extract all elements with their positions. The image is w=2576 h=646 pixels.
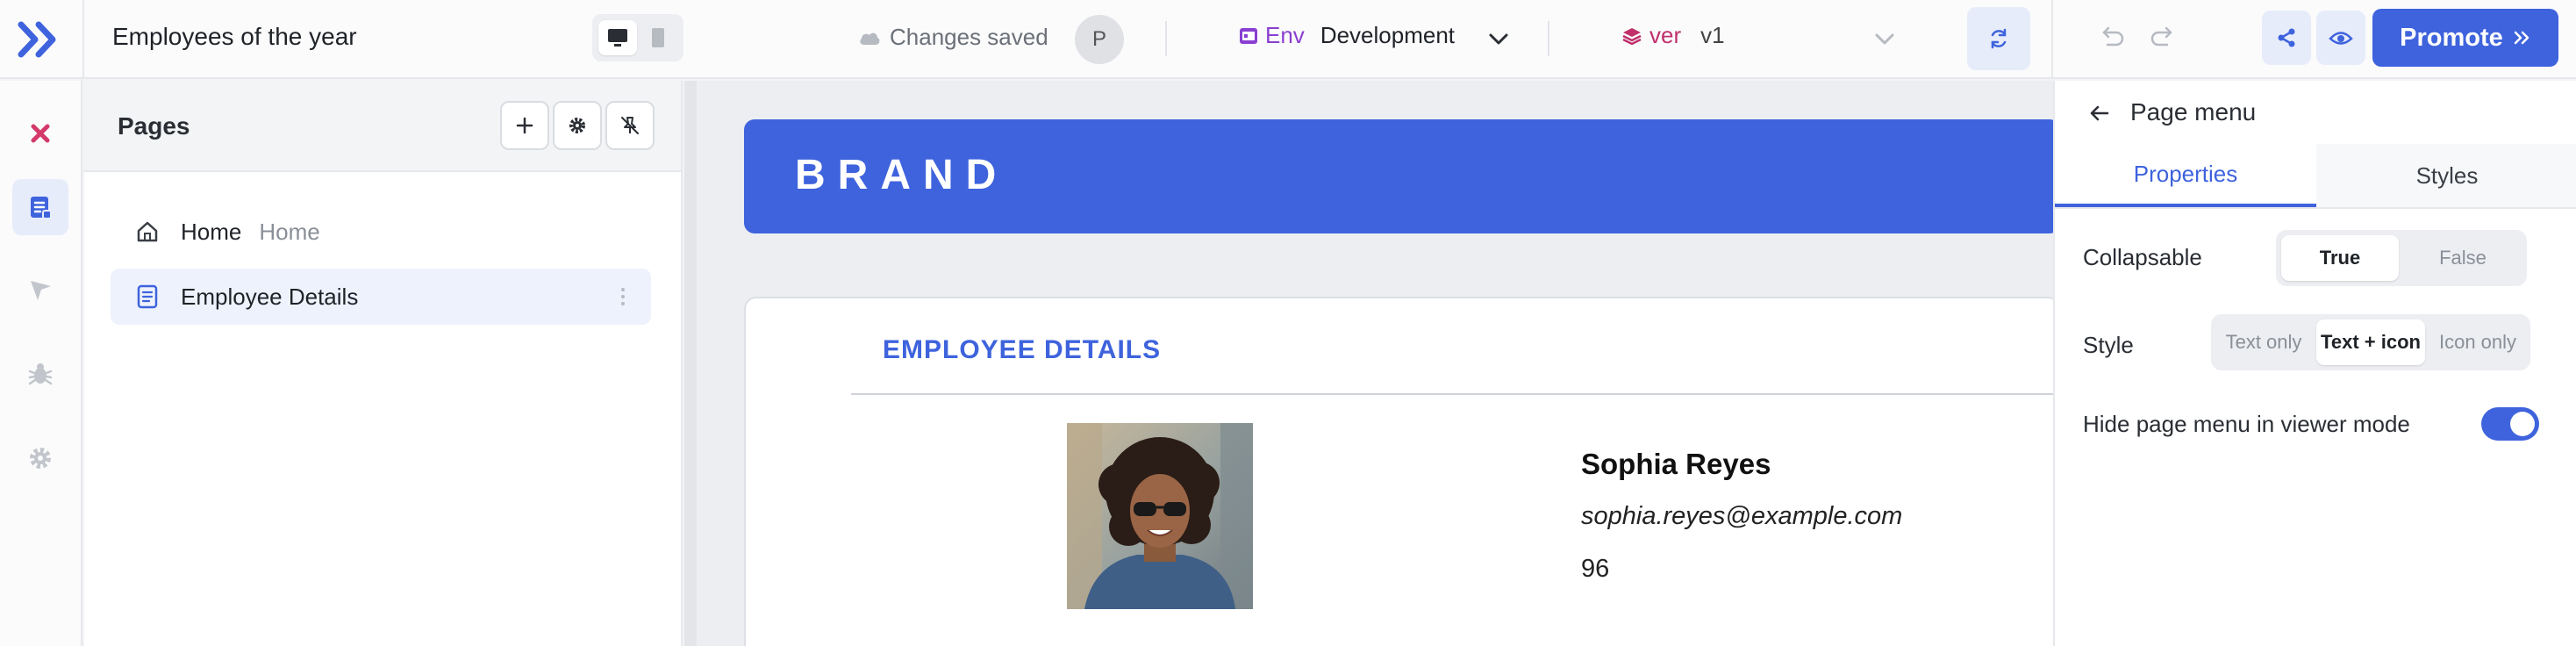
pages-panel: Pages Home Home Employee Details (84, 81, 683, 646)
app-logo-icon[interactable] (18, 18, 63, 61)
file-icon (137, 284, 158, 309)
tab-styles[interactable]: Styles (2316, 144, 2576, 207)
style-label: Style (2083, 332, 2134, 358)
plugin-icon (31, 124, 50, 143)
desktop-view-button[interactable] (598, 20, 637, 55)
topbar-divider (82, 0, 84, 79)
page-settings-button[interactable] (553, 101, 602, 150)
add-page-button[interactable] (500, 101, 549, 150)
style-text-icon-option[interactable]: Text + icon (2316, 319, 2425, 365)
bug-icon (28, 363, 53, 385)
page-alias: Home (259, 218, 320, 245)
page-name: Employee Details (181, 283, 359, 310)
panel-title: Page menu (2130, 98, 2257, 126)
collapsable-true-option[interactable]: True (2281, 235, 2399, 281)
device-toggle[interactable] (592, 14, 683, 61)
share-icon (2278, 28, 2295, 47)
employee-name[interactable]: Sophia Reyes (1581, 448, 1771, 481)
redo-icon[interactable] (2148, 22, 2178, 52)
save-status-text: Changes saved (890, 24, 1048, 50)
version-selector[interactable]: ver v1 (1621, 22, 1725, 49)
canvas-edge (684, 81, 697, 646)
save-status: Changes saved (858, 24, 1048, 51)
card-title: EMPLOYEE DETAILS (883, 335, 1162, 364)
cloud-icon (860, 32, 880, 45)
app-title[interactable]: Employees of the year (112, 23, 357, 51)
more-vertical-icon[interactable] (619, 284, 626, 309)
style-icon-only-option[interactable]: Icon only (2429, 319, 2527, 365)
monitor-icon (608, 29, 627, 47)
sidebar-item-pages[interactable] (12, 179, 68, 235)
pages-header: Pages (84, 81, 681, 172)
sidebar-item-comments[interactable] (12, 262, 68, 318)
sidebar-item-inspector[interactable] (12, 105, 68, 162)
hide-menu-label: Hide page menu in viewer mode (2083, 411, 2410, 437)
layers-icon (1622, 27, 1642, 45)
eye-icon (2329, 32, 2353, 45)
phone-icon (652, 28, 664, 47)
tab-properties[interactable]: Properties (2055, 144, 2316, 207)
preview-button[interactable] (2316, 11, 2365, 65)
card-divider (851, 393, 2053, 395)
hide-menu-switch[interactable] (2481, 407, 2539, 441)
page-item-employee-details[interactable]: Employee Details (111, 269, 651, 325)
environment-label: Env (1265, 22, 1305, 48)
topbar-divider (2051, 0, 2053, 79)
topbar-separator (1548, 21, 1549, 56)
style-toggle[interactable]: Text only Text + icon Icon only (2211, 314, 2530, 370)
undo-icon[interactable] (2097, 22, 2127, 52)
chevron-down-icon[interactable] (1486, 26, 1511, 51)
home-icon (137, 221, 158, 242)
sidebar-item-settings[interactable] (12, 430, 68, 486)
sync-button[interactable] (1967, 7, 2030, 70)
mobile-view-button[interactable] (639, 20, 677, 55)
cursor-icon (31, 281, 51, 300)
switch-knob (2510, 412, 2535, 436)
gear-icon (569, 118, 585, 133)
sidebar-item-debugger[interactable] (12, 346, 68, 402)
environment-icon (1240, 27, 1257, 44)
properties-tabs: Properties Styles (2055, 144, 2576, 209)
topbar-separator (1165, 21, 1167, 56)
pages-title: Pages (118, 112, 190, 140)
refresh-icon (1991, 28, 2007, 49)
collapsable-false-option[interactable]: False (2404, 235, 2522, 281)
environment-selector[interactable]: Env Development (1239, 22, 1455, 49)
chevron-down-icon[interactable] (1872, 26, 1897, 51)
page-name: Home (181, 218, 242, 245)
version-label: ver (1649, 22, 1682, 48)
unpin-panel-button[interactable] (605, 101, 655, 150)
top-bar: Employees of the year Changes saved P En… (0, 0, 2576, 79)
plus-icon (516, 117, 533, 134)
promote-label: Promote (2400, 23, 2503, 52)
version-value: v1 (1700, 22, 1725, 48)
chevrons-right-icon (2514, 31, 2529, 45)
style-text-only-option[interactable]: Text only (2215, 319, 2313, 365)
employee-photo[interactable] (1067, 423, 1253, 609)
pages-icon (31, 197, 52, 219)
employee-email[interactable]: sophia.reyes@example.com (1581, 502, 1902, 531)
brand-text: BRAND (795, 152, 1009, 198)
arrow-left-icon[interactable] (2086, 100, 2113, 126)
collapsable-toggle[interactable]: True False (2276, 230, 2527, 286)
share-button[interactable] (2262, 11, 2311, 65)
employee-score[interactable]: 96 (1581, 555, 1609, 584)
page-item-home[interactable]: Home Home (111, 204, 651, 260)
avatar[interactable]: P (1075, 15, 1124, 64)
left-sidebar (0, 81, 82, 646)
gear-icon (30, 448, 51, 469)
unpin-icon (621, 117, 639, 134)
promote-button[interactable]: Promote (2372, 9, 2558, 67)
environment-value: Development (1320, 22, 1456, 48)
properties-panel: Page menu Properties Styles Collapsable … (2053, 81, 2576, 646)
collapsable-label: Collapsable (2083, 244, 2202, 270)
